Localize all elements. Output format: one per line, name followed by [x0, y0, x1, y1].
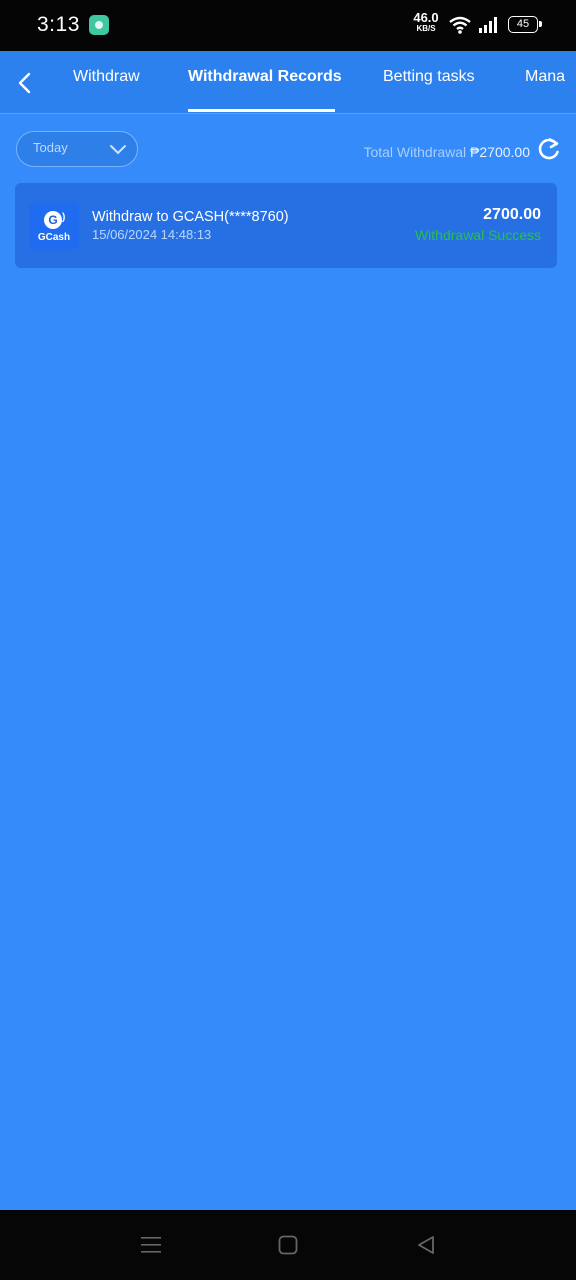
date-filter-value: Today — [33, 140, 68, 155]
recent-apps-icon[interactable] — [140, 1234, 162, 1256]
gcash-logo: G ) GCash — [29, 203, 79, 249]
tab-manage[interactable]: Mana — [525, 68, 565, 86]
total-withdrawal-label: Total Withdrawal — [363, 144, 467, 160]
home-icon[interactable] — [278, 1235, 298, 1255]
withdrawal-record-card[interactable]: G ) GCash Withdraw to GCASH(****8760) 15… — [15, 183, 557, 268]
date-filter-dropdown[interactable]: Today — [16, 131, 138, 167]
total-withdrawal-amount: ₱2700.00 — [470, 144, 530, 160]
record-title: Withdraw to GCASH(****8760) — [92, 209, 289, 225]
system-nav-bar — [0, 1210, 576, 1280]
status-time: 3:13 — [37, 13, 80, 36]
network-speed-value: 46.0 — [413, 10, 439, 25]
network-speed: 46.0 KB/S — [410, 10, 442, 33]
network-speed-unit: KB/S — [416, 24, 436, 33]
wifi-icon — [449, 16, 471, 34]
record-status: Withdrawal Success — [414, 227, 541, 243]
tab-withdrawal-records[interactable]: Withdrawal Records — [188, 68, 342, 86]
total-withdrawal: Total Withdrawal ₱2700.00 — [363, 144, 530, 160]
chat-app-icon — [89, 15, 109, 35]
status-bar: 3:13 46.0 KB/S 45 — [0, 0, 576, 51]
gcash-logo-text: GCash — [37, 232, 71, 243]
signal-icon — [479, 17, 497, 33]
tab-bar: Withdraw Withdrawal Records Betting task… — [0, 51, 576, 113]
active-tab-indicator — [188, 109, 335, 112]
record-datetime: 15/06/2024 14:48:13 — [92, 227, 212, 242]
back-icon[interactable] — [12, 69, 40, 97]
tab-withdraw[interactable]: Withdraw — [73, 68, 140, 86]
refresh-icon[interactable] — [536, 136, 562, 162]
gcash-waves-icon: ) — [62, 212, 66, 223]
divider — [0, 113, 576, 114]
chevron-down-icon — [110, 145, 126, 155]
record-amount: 2700.00 — [483, 206, 541, 223]
gcash-logo-letter: G — [44, 211, 62, 229]
battery-icon: 45 — [508, 16, 542, 33]
nav-back-icon[interactable] — [416, 1235, 436, 1255]
tab-betting-tasks[interactable]: Betting tasks — [383, 68, 475, 86]
